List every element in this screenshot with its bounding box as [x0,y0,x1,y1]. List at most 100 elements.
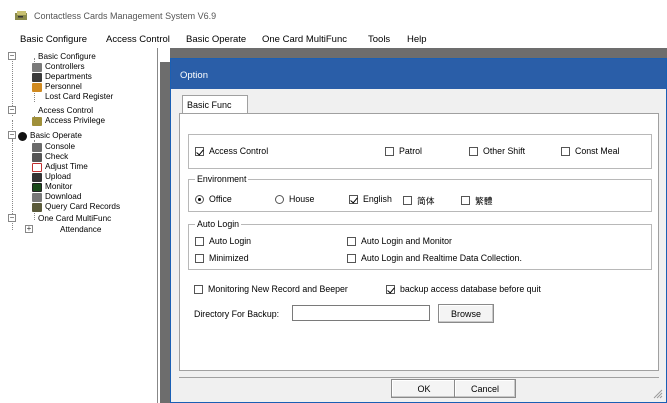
checkbox-label: Auto Login [209,236,252,246]
checkbox-label: 繁體 [475,196,493,206]
checkbox-label: Patrol [399,146,422,156]
tree-item-check[interactable]: Check [32,152,68,162]
upload-icon [32,172,42,182]
backup-before-quit-checkbox[interactable]: backup access database before quit [386,284,541,294]
features-group: Access Control Patrol Other Shift Const … [188,134,652,169]
tree-item-monitor[interactable]: Monitor [32,182,72,192]
browse-button[interactable]: Browse [438,304,494,323]
checkbox-label: Minimized [209,253,249,263]
other-shift-checkbox[interactable]: Other Shift [469,146,525,156]
cancel-button[interactable]: Cancel [454,379,516,398]
tree-label: Access Privilege [45,116,106,125]
card-reader-icon [32,116,42,126]
info-icon [18,131,27,141]
environment-group: Environment Office House English 简体 繁體 [188,174,652,212]
tree-item-attendance[interactable]: Attendance [60,225,101,235]
dialog-title: Option [180,70,208,81]
house-radio[interactable]: House [275,194,314,204]
window-title: Contactless Cards Management System V6.9 [34,11,217,21]
download-icon [32,192,42,202]
ok-button[interactable]: OK [391,379,457,398]
checkbox-box [385,146,394,156]
access-control-checkbox[interactable]: Access Control [195,146,268,156]
clock-icon [32,162,42,172]
expander-basic-configure[interactable]: − [8,52,16,60]
office-radio[interactable]: Office [195,194,232,204]
tree-label: Check [45,152,69,161]
menu-one-card-multifunc[interactable]: One Card MultiFunc [262,34,347,45]
tree-label: Basic Operate [30,131,82,140]
traditional-chinese-checkbox[interactable]: 繁體 [461,194,493,207]
tree-item-download[interactable]: Download [32,192,81,202]
checkbox-box [195,253,204,263]
menu-tools[interactable]: Tools [368,34,390,45]
checkbox-box [347,253,356,263]
backup-directory-input[interactable] [292,305,430,321]
tree-label: Adjust Time [45,162,88,171]
tree-item-controllers[interactable]: Controllers [32,62,85,72]
tree-item-adjust-time[interactable]: Adjust Time [32,162,88,172]
auto-login-realtime-checkbox[interactable]: Auto Login and Realtime Data Collection. [347,253,522,263]
tree-item-access-control[interactable]: Access Control [38,106,93,116]
tree-item-console[interactable]: Console [32,142,75,152]
dialog-divider [179,377,659,378]
tree-item-query-card-records[interactable]: Query Card Records [32,202,120,212]
radio-label: Office [209,194,232,204]
dialog-title-bar[interactable]: Option [171,59,666,89]
menu-basic-configure[interactable]: Basic Configure [20,34,87,45]
resize-grip-icon[interactable] [653,389,663,399]
radio-circle [275,194,284,204]
expander-one-card-multifunc[interactable]: − [8,214,16,222]
tab-panel-basic-func: Access Control Patrol Other Shift Const … [179,113,659,371]
tab-basic-func[interactable]: Basic Func [182,95,248,114]
radio-label: House [289,194,315,204]
title-bar: Contactless Cards Management System V6.9 [0,0,667,32]
backup-directory-label: Directory For Backup: [194,309,280,319]
checkbox-box [347,236,356,246]
tree-item-lost-card-register[interactable]: Lost Card Register [45,92,113,102]
tree-item-access-privilege[interactable]: Access Privilege [32,116,105,126]
auto-login-monitor-checkbox[interactable]: Auto Login and Monitor [347,236,452,246]
console-icon [32,142,42,152]
departments-icon [32,72,42,82]
expander-attendance[interactable]: + [25,225,33,233]
tree-item-upload[interactable]: Upload [32,172,71,182]
tree-label: Departments [45,72,92,81]
tree-label: Console [45,142,76,151]
menu-help[interactable]: Help [407,34,427,45]
tree-item-personnel[interactable]: Personnel [32,82,82,92]
person-icon [32,82,42,92]
tree-label: One Card MultiFunc [38,214,112,223]
tree-label: Upload [45,172,71,181]
checkbox-label: Monitoring New Record and Beeper [208,284,348,294]
tree-label: Personnel [45,82,82,91]
checkbox-label: Other Shift [483,146,526,156]
checkbox-label: Auto Login and Monitor [361,236,452,246]
patrol-checkbox[interactable]: Patrol [385,146,422,156]
tree-label: Query Card Records [45,202,121,211]
checkbox-label: Access Control [209,146,269,156]
tree-item-basic-configure[interactable]: Basic Configure [38,52,96,62]
monitoring-beeper-checkbox[interactable]: Monitoring New Record and Beeper [194,284,348,294]
tree-label: Controllers [45,62,85,71]
checkbox-box [386,284,395,294]
expander-access-control[interactable]: − [8,106,16,114]
tree-label: Attendance [60,225,102,234]
english-checkbox[interactable]: English [349,194,392,204]
tree-item-basic-operate[interactable]: Basic Operate [18,131,82,141]
minimized-checkbox[interactable]: Minimized [195,253,249,263]
auto-login-checkbox[interactable]: Auto Login [195,236,251,246]
checkbox-box [561,146,570,156]
tree-item-departments[interactable]: Departments [32,72,92,82]
checkbox-box [194,284,203,294]
checkbox-label: 简体 [417,196,435,206]
simplified-chinese-checkbox[interactable]: 简体 [403,194,435,207]
tree-label: Monitor [45,182,73,191]
menu-access-control[interactable]: Access Control [106,34,170,45]
checkbox-label: English [363,194,392,204]
checkbox-box [195,236,204,246]
menu-basic-operate[interactable]: Basic Operate [186,34,246,45]
tree-item-one-card-multifunc[interactable]: One Card MultiFunc [38,214,111,224]
expander-basic-operate[interactable]: − [8,131,16,139]
const-meal-checkbox[interactable]: Const Meal [561,146,620,156]
